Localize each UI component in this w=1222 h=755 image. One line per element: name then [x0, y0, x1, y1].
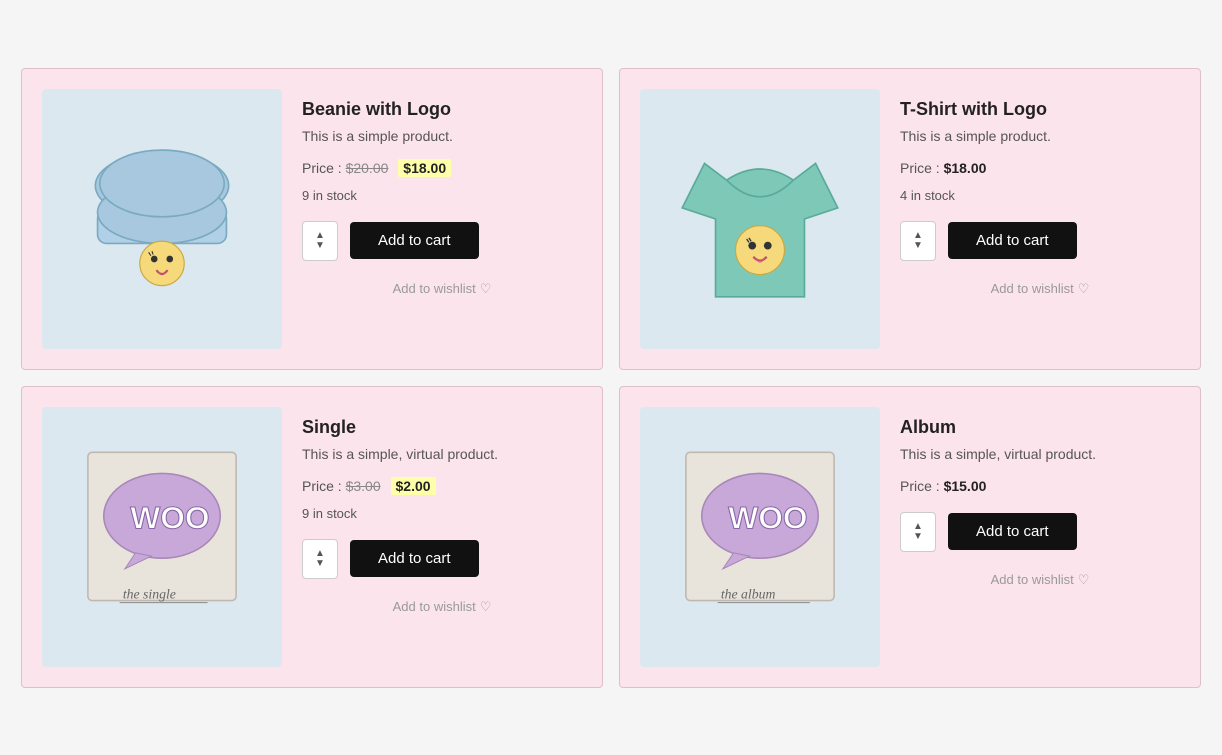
product-price: Price : $18.00 — [900, 160, 1180, 176]
svg-text:the single: the single — [123, 586, 176, 601]
product-price: Price : $3.00 $2.00 — [302, 478, 582, 494]
add-to-wishlist-link[interactable]: Add to wishlist ♡ — [302, 599, 582, 615]
product-image-tshirt-with-logo — [640, 89, 880, 349]
product-price: Price : $20.00 $18.00 — [302, 160, 582, 176]
product-image-album: WOO the album — [640, 407, 880, 667]
add-to-wishlist-link[interactable]: Add to wishlist ♡ — [302, 281, 582, 297]
quantity-spinner[interactable]: ▲ ▼ — [302, 539, 338, 579]
heart-icon: ♡ — [1078, 281, 1090, 297]
wishlist-row: Add to wishlist ♡ — [900, 572, 1180, 588]
wishlist-label: Add to wishlist — [991, 281, 1074, 296]
product-info-tshirt-with-logo: T-Shirt with Logo This is a simple produ… — [900, 89, 1180, 349]
qty-up-icon[interactable]: ▲ — [315, 549, 325, 559]
product-card-beanie-with-logo: Beanie with Logo This is a simple produc… — [21, 68, 603, 370]
product-name: T-Shirt with Logo — [900, 99, 1180, 120]
product-info-beanie-with-logo: Beanie with Logo This is a simple produc… — [302, 89, 582, 349]
svg-text:WOO: WOO — [130, 499, 209, 535]
wishlist-label: Add to wishlist — [393, 599, 476, 614]
product-name: Beanie with Logo — [302, 99, 582, 120]
product-description: This is a simple product. — [900, 128, 1180, 144]
product-description: This is a simple product. — [302, 128, 582, 144]
product-description: This is a simple, virtual product. — [900, 446, 1180, 462]
cart-row: ▲ ▼ Add to cart — [900, 221, 1180, 261]
regular-price: $15.00 — [944, 478, 987, 494]
wishlist-row: Add to wishlist ♡ — [900, 281, 1180, 297]
add-to-cart-button[interactable]: Add to cart — [350, 540, 479, 577]
qty-down-icon[interactable]: ▼ — [913, 241, 923, 251]
cart-row: ▲ ▼ Add to cart — [900, 512, 1180, 552]
product-image-single: WOO the single — [42, 407, 282, 667]
wishlist-row: Add to wishlist ♡ — [302, 281, 582, 297]
svg-text:the album: the album — [721, 586, 776, 601]
add-to-wishlist-link[interactable]: Add to wishlist ♡ — [900, 572, 1180, 588]
add-to-cart-button[interactable]: Add to cart — [948, 513, 1077, 550]
qty-up-icon[interactable]: ▲ — [315, 231, 325, 241]
price-label: Price : — [900, 478, 944, 494]
qty-up-icon[interactable]: ▲ — [913, 522, 923, 532]
product-info-single: Single This is a simple, virtual product… — [302, 407, 582, 667]
original-price: $3.00 — [346, 478, 381, 494]
cart-row: ▲ ▼ Add to cart — [302, 539, 582, 579]
stock-info: 4 in stock — [900, 188, 1180, 203]
add-to-cart-button[interactable]: Add to cart — [948, 222, 1077, 259]
svg-text:WOO: WOO — [728, 499, 807, 535]
product-card-single: WOO the single Single This is a simple, … — [21, 386, 603, 688]
product-card-album: WOO the album Album This is a simple, vi… — [619, 386, 1201, 688]
product-grid: Beanie with Logo This is a simple produc… — [21, 68, 1201, 688]
price-label: Price : — [302, 478, 346, 494]
stock-info: 9 in stock — [302, 188, 582, 203]
price-label: Price : — [302, 160, 346, 176]
price-label: Price : — [900, 160, 944, 176]
stock-info: 9 in stock — [302, 506, 582, 521]
product-name: Album — [900, 417, 1180, 438]
quantity-spinner[interactable]: ▲ ▼ — [302, 221, 338, 261]
qty-down-icon[interactable]: ▼ — [913, 532, 923, 542]
add-to-cart-button[interactable]: Add to cart — [350, 222, 479, 259]
product-card-tshirt-with-logo: T-Shirt with Logo This is a simple produ… — [619, 68, 1201, 370]
heart-icon: ♡ — [480, 599, 492, 615]
qty-down-icon[interactable]: ▼ — [315, 241, 325, 251]
wishlist-label: Add to wishlist — [991, 572, 1074, 587]
add-to-wishlist-link[interactable]: Add to wishlist ♡ — [900, 281, 1180, 297]
product-description: This is a simple, virtual product. — [302, 446, 582, 462]
sale-price: $18.00 — [398, 159, 451, 177]
qty-down-icon[interactable]: ▼ — [315, 559, 325, 569]
product-price: Price : $15.00 — [900, 478, 1180, 494]
quantity-spinner[interactable]: ▲ ▼ — [900, 221, 936, 261]
wishlist-row: Add to wishlist ♡ — [302, 599, 582, 615]
original-price: $20.00 — [346, 160, 389, 176]
quantity-spinner[interactable]: ▲ ▼ — [900, 512, 936, 552]
heart-icon: ♡ — [480, 281, 492, 297]
sale-price: $2.00 — [391, 477, 436, 495]
cart-row: ▲ ▼ Add to cart — [302, 221, 582, 261]
heart-icon: ♡ — [1078, 572, 1090, 588]
wishlist-label: Add to wishlist — [393, 281, 476, 296]
product-name: Single — [302, 417, 582, 438]
qty-up-icon[interactable]: ▲ — [913, 231, 923, 241]
product-image-beanie-with-logo — [42, 89, 282, 349]
product-info-album: Album This is a simple, virtual product.… — [900, 407, 1180, 667]
regular-price: $18.00 — [944, 160, 987, 176]
